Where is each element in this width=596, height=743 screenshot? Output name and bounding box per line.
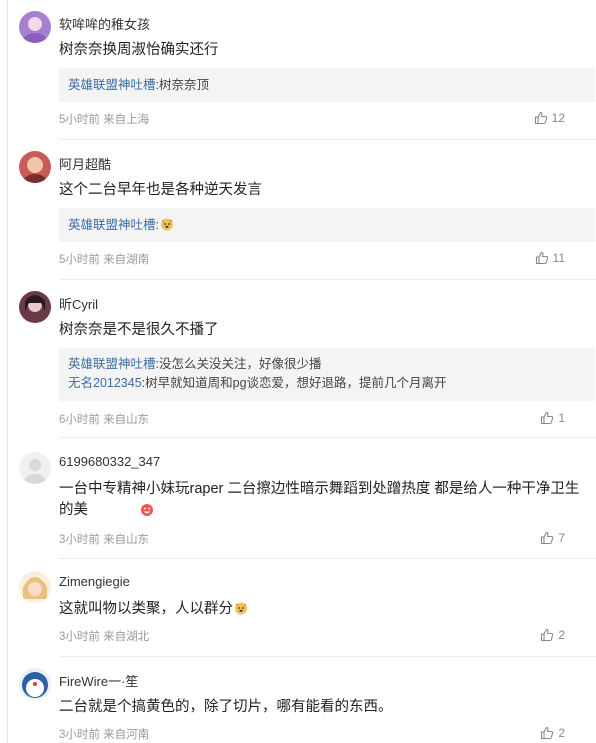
like-button[interactable]: 2 (540, 726, 565, 740)
like-count: 11 (552, 251, 565, 265)
reply-author[interactable]: 英雄联盟神吐槽 (68, 218, 156, 232)
time: 5小时前 (59, 114, 100, 126)
like-count: 12 (551, 111, 565, 125)
divider (59, 558, 596, 559)
reply-line: 英雄联盟神吐槽:树奈奈顶 (59, 76, 595, 95)
time: 3小时前 (59, 534, 100, 546)
reply-line: 无名2012345:树早就知道周和pg谈恋爱，想好退路，提前几个月离开 (59, 374, 595, 393)
location: 来自湖北 (103, 631, 150, 643)
location: 来自山东 (103, 534, 150, 546)
like-button[interactable]: 12 (534, 111, 565, 125)
thumbs-up-icon (541, 531, 554, 545)
thumbs-up-icon (541, 411, 554, 425)
avatar[interactable] (19, 668, 51, 700)
avatar[interactable] (19, 11, 51, 43)
username[interactable]: 6199680332_347 (59, 454, 160, 469)
location: 来自山东 (103, 414, 150, 426)
comment-meta: 3小时前 来自山东 (59, 531, 149, 547)
reply-author[interactable]: 英雄联盟神吐槽 (68, 78, 156, 92)
thumbs-up-icon (541, 628, 554, 642)
location: 来自河南 (103, 729, 150, 741)
username[interactable]: FireWire一·笙 (59, 671, 138, 690)
comment-meta: 5小时前 来自湖南 (59, 251, 149, 267)
like-count: 2 (558, 726, 565, 740)
thumbs-up-icon (541, 726, 554, 740)
username[interactable]: 软哞哞的稚女孩 (59, 14, 150, 33)
like-count: 2 (558, 628, 565, 642)
comment-meta: 6小时前 来自山东 (59, 411, 149, 427)
divider (59, 279, 596, 280)
reply-content: 树奈奈顶 (159, 78, 210, 92)
reply-author[interactable]: 英雄联盟神吐槽 (68, 357, 156, 371)
reply-box[interactable]: 英雄联盟神吐槽:没怎么关没关注，好像很少播 无名2012345:树早就知道周和p… (59, 348, 595, 401)
divider (59, 437, 596, 438)
reply-line: 英雄联盟神吐槽:没怎么关没关注，好像很少播 (59, 355, 595, 374)
avatar[interactable] (19, 571, 51, 603)
comment-text: 二台就是个搞黄色的，除了切片，哪有能看的东西。 (59, 699, 393, 715)
comment-meta: 3小时前 来自湖北 (59, 628, 149, 644)
comment-text: 这个二台早年也是各种逆天发言 (59, 182, 262, 198)
avatar[interactable] (19, 452, 51, 484)
divider (59, 139, 596, 140)
username[interactable]: 昕Cyril (59, 294, 98, 313)
username[interactable]: 阿月超酷 (59, 154, 111, 173)
like-button[interactable]: 11 (535, 251, 565, 265)
like-button[interactable]: 2 (540, 628, 565, 642)
left-border (7, 0, 8, 743)
like-button[interactable]: 7 (540, 531, 565, 545)
comment-text-content: 这就叫物以类聚，人以群分 (59, 601, 233, 617)
avatar[interactable] (19, 151, 51, 183)
thumbs-up-icon (535, 251, 548, 265)
reply-author[interactable]: 无名2012345 (68, 376, 142, 390)
comment-meta: 5小时前 来自上海 (59, 111, 149, 127)
time: 3小时前 (59, 631, 100, 643)
doge-emoji-icon (235, 602, 247, 615)
reply-separator: : (155, 218, 159, 232)
reply-line: 英雄联盟神吐槽: (59, 216, 595, 235)
time: 3小时前 (59, 729, 100, 741)
avatar[interactable] (19, 291, 51, 323)
comment-meta: 3小时前 来自河南 (59, 726, 149, 742)
reply-content: 没怎么关没关注，好像很少播 (159, 357, 322, 371)
location: 来自上海 (103, 114, 150, 126)
reply-content: 树早就知道周和pg谈恋爱，想好退路，提前几个月离开 (145, 376, 447, 390)
reply-box[interactable]: 英雄联盟神吐槽: (59, 208, 595, 242)
comment-text: 树奈奈是不是很久不播了 (59, 322, 219, 338)
like-button[interactable]: 1 (540, 411, 565, 425)
time: 6小时前 (59, 414, 100, 426)
reply-box[interactable]: 英雄联盟神吐槽:树奈奈顶 (59, 68, 595, 102)
divider (59, 656, 596, 657)
like-count: 1 (558, 411, 565, 425)
comment-text: 一台中专精神小妹玩raper 二台擦边性暗示舞蹈到处蹭热度 都是给人一种干净卫生… (59, 481, 580, 518)
thumbs-up-icon (534, 111, 547, 125)
grin-emoji-icon (141, 504, 153, 516)
like-count: 7 (558, 531, 565, 545)
comment-text: 这就叫物以类聚，人以群分 (59, 599, 589, 620)
doge-emoji-icon (161, 218, 173, 231)
username[interactable]: Zimengiegie (59, 574, 130, 589)
location: 来自湖南 (103, 254, 150, 266)
comment-text: 树奈奈换周淑怡确实还行 (59, 42, 219, 58)
time: 5小时前 (59, 254, 100, 266)
